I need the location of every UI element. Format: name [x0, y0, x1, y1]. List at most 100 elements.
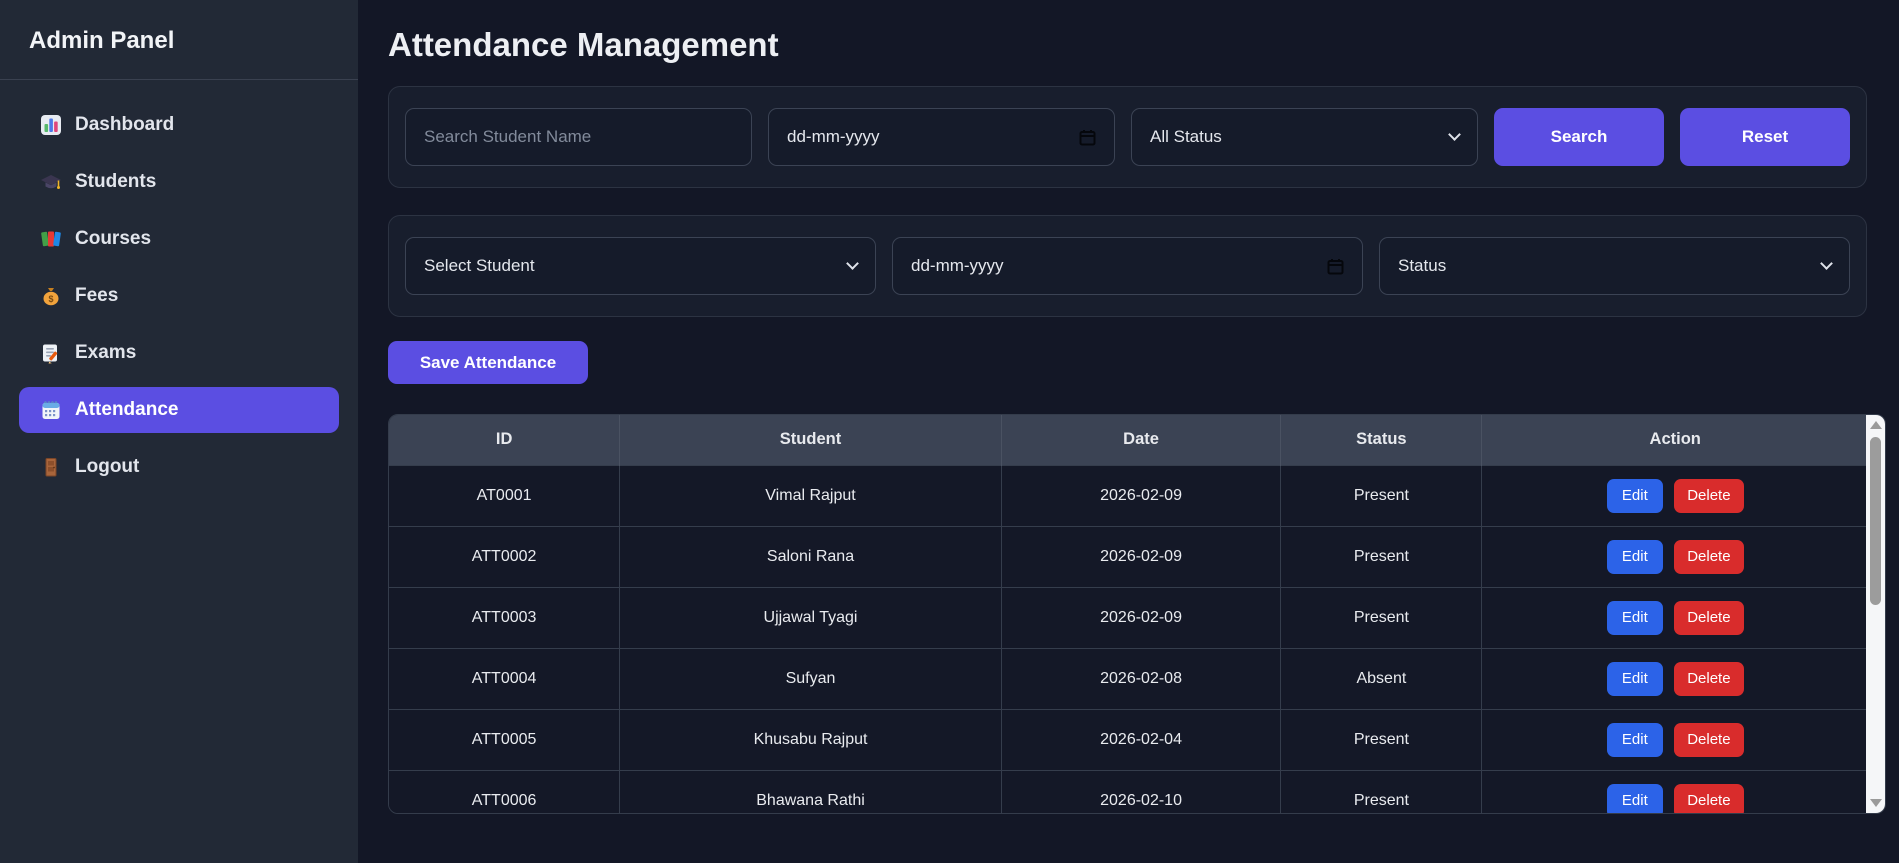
delete-button[interactable]: Delete: [1674, 600, 1744, 635]
edit-button[interactable]: Edit: [1606, 478, 1663, 513]
table-row: ATT0006 Bhawana Rathi 2026-02-10 Present…: [389, 769, 1868, 813]
table-row: ATT0003 Ujjawal Tyagi 2026-02-09 Present…: [389, 586, 1868, 649]
edit-button[interactable]: Edit: [1606, 539, 1663, 574]
scrollbar-thumb[interactable]: [1870, 437, 1881, 605]
cell-id: ATT0003: [389, 586, 621, 649]
calendar-picker-icon[interactable]: [1327, 258, 1344, 275]
save-attendance-button[interactable]: Save Attendance: [388, 341, 588, 384]
table-row: ATT0005 Khusabu Rajput 2026-02-04 Presen…: [389, 708, 1868, 771]
delete-button[interactable]: Delete: [1674, 783, 1744, 813]
column-header-id: ID: [389, 415, 621, 465]
mark-date-input[interactable]: dd-mm-yyyy: [892, 237, 1363, 295]
sidebar-item-label: Attendance: [75, 399, 179, 420]
edit-button[interactable]: Edit: [1606, 661, 1663, 696]
status-filter-value: All Status: [1150, 127, 1222, 146]
table-row: AT0001 Vimal Rajput 2026-02-09 Present E…: [389, 464, 1868, 527]
edit-button[interactable]: Edit: [1606, 722, 1663, 757]
delete-button[interactable]: Delete: [1674, 722, 1744, 757]
cell-date: 2026-02-09: [1000, 525, 1282, 588]
date-placeholder: dd-mm-yyyy: [787, 127, 880, 146]
delete-button[interactable]: Delete: [1674, 539, 1744, 574]
sidebar-divider: [0, 79, 358, 80]
date-placeholder: dd-mm-yyyy: [911, 256, 1004, 275]
cell-student: Khusabu Rajput: [619, 708, 1002, 771]
attendance-table: ID Student Date Status Action AT0001 Vim…: [389, 415, 1868, 813]
sidebar-item-label: Fees: [75, 285, 119, 306]
cell-date: 2026-02-09: [1000, 586, 1282, 649]
page-title: Attendance Management: [388, 26, 779, 63]
cell-action: Edit Delete: [1481, 647, 1868, 710]
status-filter-select[interactable]: All Status: [1131, 108, 1478, 166]
table-scrollbar[interactable]: [1866, 415, 1885, 813]
sidebar-item-label: Dashboard: [75, 114, 175, 135]
search-button[interactable]: Search: [1494, 108, 1664, 166]
cell-action: Edit Delete: [1481, 586, 1868, 649]
attendance-table-container: ID Student Date Status Action AT0001 Vim…: [388, 414, 1886, 814]
mark-attendance-card: Select Student dd-mm-yyyy Status: [388, 215, 1867, 317]
cell-status: Present: [1280, 464, 1483, 527]
table-header-row: ID Student Date Status Action: [389, 415, 1868, 465]
door-icon: [40, 456, 62, 478]
cell-date: 2026-02-10: [1000, 769, 1282, 813]
chevron-down-icon: [1448, 128, 1461, 141]
cell-status: Present: [1280, 586, 1483, 649]
memo-icon: [40, 342, 62, 364]
select-student-value: Select Student: [424, 256, 535, 275]
column-header-status: Status: [1280, 415, 1483, 465]
filter-date-input[interactable]: dd-mm-yyyy: [768, 108, 1115, 166]
sidebar-item-logout[interactable]: Logout: [19, 444, 339, 490]
sidebar-item-students[interactable]: Students: [19, 159, 339, 205]
cell-student: Vimal Rajput: [619, 464, 1002, 527]
sidebar-item-attendance[interactable]: Attendance: [19, 387, 339, 433]
sidebar-item-fees[interactable]: $ Fees: [19, 273, 339, 319]
scroll-down-arrow[interactable]: [1866, 795, 1885, 811]
cell-student: Saloni Rana: [619, 525, 1002, 588]
cell-date: 2026-02-04: [1000, 708, 1282, 771]
cell-student: Ujjawal Tyagi: [619, 586, 1002, 649]
sidebar-item-label: Exams: [75, 342, 137, 363]
select-student-select[interactable]: Select Student: [405, 237, 876, 295]
graduation-cap-icon: [40, 171, 62, 193]
delete-button[interactable]: Delete: [1674, 661, 1744, 696]
books-icon: [40, 228, 62, 250]
sidebar-item-label: Courses: [75, 228, 152, 249]
cell-status: Absent: [1280, 647, 1483, 710]
delete-button[interactable]: Delete: [1674, 478, 1744, 513]
sidebar-item-exams[interactable]: Exams: [19, 330, 339, 376]
cell-id: ATT0006: [389, 769, 621, 813]
sidebar: Admin Panel Dashboard Students Courses $…: [0, 0, 358, 863]
cell-id: ATT0002: [389, 525, 621, 588]
reset-button[interactable]: Reset: [1680, 108, 1850, 166]
cell-status: Present: [1280, 769, 1483, 813]
main-content: Attendance Management dd-mm-yyyy All Sta…: [358, 0, 1899, 863]
edit-button[interactable]: Edit: [1606, 600, 1663, 635]
mark-status-select[interactable]: Status: [1379, 237, 1850, 295]
mark-status-value: Status: [1398, 256, 1447, 275]
scroll-up-arrow[interactable]: [1866, 417, 1885, 433]
sidebar-menu: Dashboard Students Courses $ Fees Exams …: [19, 102, 339, 490]
search-student-input[interactable]: [405, 108, 752, 166]
table-row: ATT0004 Sufyan 2026-02-08 Absent Edit De…: [389, 647, 1868, 710]
cell-id: ATT0004: [389, 647, 621, 710]
column-header-student: Student: [619, 415, 1002, 465]
cell-student: Sufyan: [619, 647, 1002, 710]
cell-status: Present: [1280, 525, 1483, 588]
sidebar-item-dashboard[interactable]: Dashboard: [19, 102, 339, 148]
admin-app: Admin Panel Dashboard Students Courses $…: [0, 0, 1899, 863]
search-filter-card: dd-mm-yyyy All Status Search Reset: [388, 86, 1867, 188]
chevron-down-icon: [846, 257, 859, 270]
cell-action: Edit Delete: [1481, 464, 1868, 527]
cell-action: Edit Delete: [1481, 525, 1868, 588]
bar-chart-icon: [40, 114, 62, 136]
money-bag-icon: $: [40, 285, 62, 307]
cell-student: Bhawana Rathi: [619, 769, 1002, 813]
table-row: ATT0002 Saloni Rana 2026-02-09 Present E…: [389, 525, 1868, 588]
cell-action: Edit Delete: [1481, 708, 1868, 771]
sidebar-item-courses[interactable]: Courses: [19, 216, 339, 262]
column-header-date: Date: [1001, 415, 1282, 465]
cell-status: Present: [1280, 708, 1483, 771]
calendar-icon: [40, 399, 62, 421]
calendar-picker-icon[interactable]: [1079, 129, 1096, 146]
edit-button[interactable]: Edit: [1606, 783, 1663, 813]
cell-id: ATT0005: [389, 708, 621, 771]
